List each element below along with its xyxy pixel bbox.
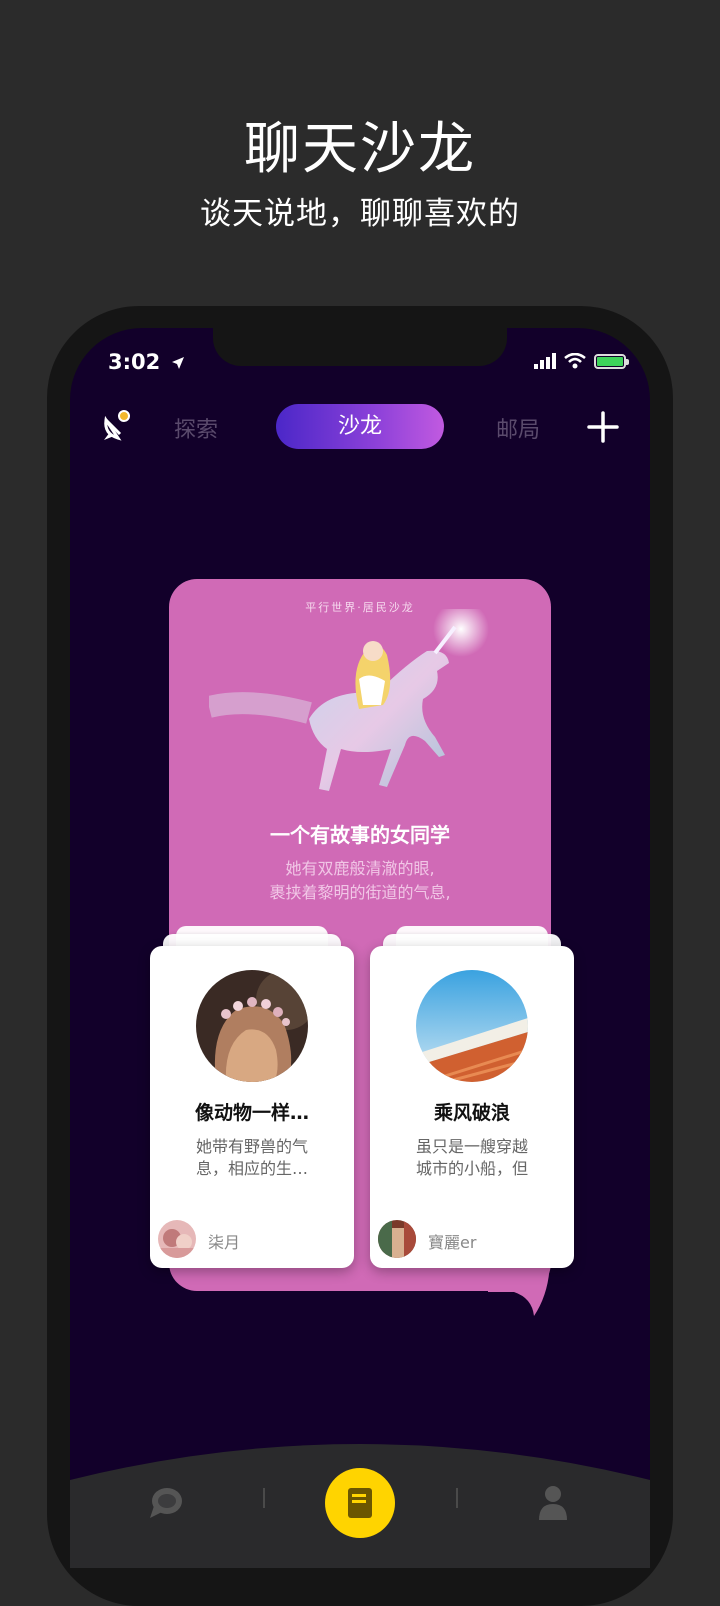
promo-subtitle: 谈天说地，聊聊喜欢的 (200, 196, 520, 232)
author-name[interactable]: 柒月 (208, 1229, 240, 1253)
app-screen: 3:02 探索 沙龙 邮局 平行世界·居民沙龙 一个有故事的女同学 她有双鹿般清… (70, 328, 650, 1568)
status-time-text: 3:02 (108, 350, 161, 374)
tab-divider (456, 1488, 458, 1508)
battery-fill (597, 356, 623, 366)
user-icon[interactable] (538, 1484, 568, 1520)
description-line: 裹挟着黎明的街道的气息, (269, 883, 451, 902)
battery-icon (594, 353, 629, 369)
salon-card-title: 乘风破浪 (433, 1102, 510, 1124)
description-line: 虽只是一艘穿越 (415, 1137, 528, 1156)
wifi-icon (564, 353, 586, 369)
phone-notch (213, 328, 507, 366)
tab-explore[interactable]: 探索 (174, 412, 218, 444)
tab-post-office[interactable]: 邮局 (496, 412, 540, 444)
notebook-button[interactable] (325, 1468, 395, 1538)
flower-crown-photo (196, 970, 308, 1082)
chat-bubble-icon[interactable] (148, 1486, 184, 1520)
location-arrow-icon (171, 357, 184, 369)
status-icons (534, 350, 629, 372)
sub-card-stack: 乘风破浪 虽只是一艘穿越 城市的小船，但 寶麗er (370, 926, 574, 1268)
battery-tip (626, 358, 629, 365)
notebook-icon (348, 1488, 372, 1518)
satellite-dish-icon[interactable] (100, 408, 136, 444)
unicorn-illustration (209, 609, 489, 791)
top-nav: 探索 沙龙 邮局 (70, 404, 650, 450)
author-name[interactable]: 寶麗er (428, 1229, 476, 1253)
description-line: 她有双鹿般清澈的眼, (285, 859, 435, 878)
salon-card[interactable]: 乘风破浪 虽只是一艘穿越 城市的小船，但 寶麗er (370, 946, 574, 1268)
salon-card-description: 她带有野兽的气 息，相应的生… (180, 1136, 324, 1180)
featured-card-description: 她有双鹿般清澈的眼, 裹挟着黎明的街道的气息, (169, 857, 551, 905)
plus-icon[interactable] (586, 410, 620, 444)
salon-cover-image (416, 970, 528, 1082)
signal-icon (534, 353, 556, 369)
salon-card[interactable]: 像动物一样… 她带有野兽的气 息，相应的生… 柒月 (150, 946, 354, 1268)
salon-card-title: 像动物一样… (194, 1102, 309, 1124)
sub-card-stack: 像动物一样… 她带有野兽的气 息，相应的生… 柒月 (150, 926, 354, 1268)
author-avatar[interactable] (158, 1220, 196, 1258)
description-line: 城市的小船，但 (415, 1159, 528, 1178)
promo-title: 聊天沙龙 (244, 117, 476, 182)
tab-divider (263, 1488, 265, 1508)
status-time: 3:02 (108, 350, 185, 374)
author-avatar-image (378, 1220, 416, 1258)
author-avatar[interactable] (378, 1220, 416, 1258)
featured-card-title: 一个有故事的女同学 (270, 823, 450, 847)
salon-card-description: 虽只是一艘穿越 城市的小船，但 (400, 1136, 544, 1180)
salon-cover-image (196, 970, 308, 1082)
tab-salon[interactable]: 沙龙 (276, 404, 444, 449)
description-line: 她带有野兽的气 (195, 1137, 308, 1156)
author-avatar-image (158, 1220, 196, 1258)
description-line: 息，相应的生… (195, 1159, 308, 1178)
bridge-photo (416, 970, 528, 1082)
